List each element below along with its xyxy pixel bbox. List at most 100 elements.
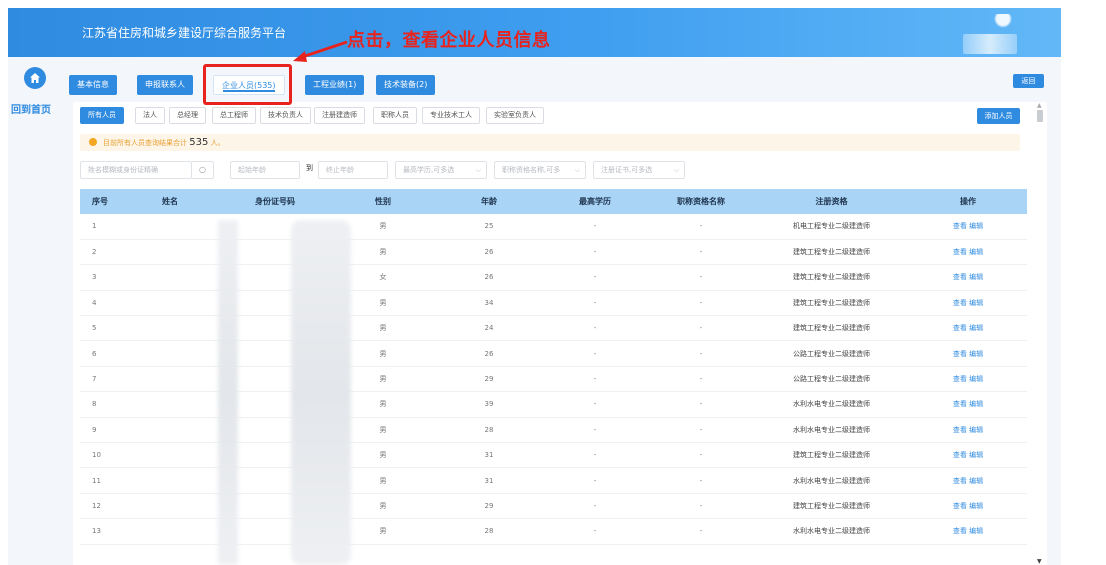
qualification-cell: 建筑工程专业二级建造师 (754, 239, 909, 266)
age-cell: 28 (436, 417, 542, 444)
certificate-select[interactable]: 注册证书,可多选 ⌵ (593, 161, 685, 179)
notice-suffix: 人。 (210, 139, 225, 147)
edit-link[interactable]: 编辑 (969, 248, 983, 256)
filter-legal-person[interactable]: 法人 (135, 107, 165, 124)
title-cell: - (648, 518, 754, 545)
add-staff-button[interactable]: 添加人员 (977, 108, 1020, 124)
actions-cell: 查看 编辑 (909, 290, 1027, 317)
view-link[interactable]: 查看 (953, 400, 967, 408)
column-header: 性别 (330, 189, 436, 214)
qualification-cell: 建筑工程专业二级建造师 (754, 493, 909, 520)
edit-link[interactable]: 编辑 (969, 527, 983, 535)
column-header: 注册资格 (754, 189, 909, 214)
edit-link[interactable]: 编辑 (969, 299, 983, 307)
qualification-cell: 水利水电专业二级建造师 (754, 518, 909, 545)
user-avatar[interactable] (983, 14, 1023, 30)
qualification-cell: 建筑工程专业二级建造师 (754, 315, 909, 342)
education-cell: - (542, 264, 648, 291)
view-link[interactable]: 查看 (953, 350, 967, 358)
education-cell: - (542, 340, 648, 367)
age-cell: 28 (436, 518, 542, 545)
filter-general-manager[interactable]: 总经理 (169, 107, 206, 124)
title-cell: - (648, 340, 754, 367)
edit-link[interactable]: 编辑 (969, 324, 983, 332)
title-select[interactable]: 职称资格名称,可多 ⌵ (494, 161, 586, 179)
education-cell: - (542, 214, 648, 240)
home-icon[interactable] (24, 67, 46, 89)
edit-link[interactable]: 编辑 (969, 502, 983, 510)
view-link[interactable]: 查看 (953, 273, 967, 281)
filter-titled-staff[interactable]: 职称人员 (373, 107, 417, 124)
edit-link[interactable]: 编辑 (969, 350, 983, 358)
column-header: 最高学历 (542, 189, 648, 214)
edit-link[interactable]: 编辑 (969, 400, 983, 408)
column-header: 操作 (909, 189, 1027, 214)
qualification-cell: 公路工程专业二级建造师 (754, 366, 909, 393)
scroll-thumb[interactable] (1037, 110, 1043, 122)
age-cell: 29 (436, 493, 542, 520)
actions-cell: 查看 编辑 (909, 493, 1027, 520)
row-index: 6 (80, 340, 120, 367)
edit-link[interactable]: 编辑 (969, 426, 983, 434)
view-link[interactable]: 查看 (953, 527, 967, 535)
view-link[interactable]: 查看 (953, 299, 967, 307)
name-cell (120, 239, 220, 266)
age-to-input[interactable]: 终止年龄 (318, 161, 388, 179)
notice-text: 目前所有人员查询结果合计 535 人。 (103, 137, 225, 148)
qualification-cell: 公路工程专业二级建造师 (754, 340, 909, 367)
education-cell: - (542, 467, 648, 494)
vertical-scrollbar[interactable]: ▲ ▼ (1036, 102, 1044, 565)
filter-registered-constructor[interactable]: 注册建造师 (314, 107, 365, 124)
education-cell: - (542, 366, 648, 393)
actions-cell: 查看 编辑 (909, 340, 1027, 367)
user-name-redacted[interactable] (963, 34, 1017, 54)
view-link[interactable]: 查看 (953, 426, 967, 434)
row-index: 13 (80, 518, 120, 545)
scroll-down-arrow-icon[interactable]: ▼ (1037, 558, 1042, 565)
scroll-up-arrow-icon[interactable]: ▲ (1037, 102, 1042, 109)
education-cell: - (542, 290, 648, 317)
name-cell (120, 366, 220, 393)
filter-lab-head[interactable]: 实验室负责人 (486, 107, 544, 124)
home-link[interactable]: 回到首页 (11, 101, 51, 116)
view-link[interactable]: 查看 (953, 248, 967, 256)
row-index: 11 (80, 467, 120, 494)
age-cell: 26 (436, 340, 542, 367)
tab-projects[interactable]: 工程业绩(1) (305, 75, 365, 95)
tab-basic-info[interactable]: 基本信息 (69, 75, 117, 95)
filter-tech-lead[interactable]: 技术负责人 (260, 107, 311, 124)
view-link[interactable]: 查看 (953, 502, 967, 510)
age-cell: 24 (436, 315, 542, 342)
tab-contact[interactable]: 申报联系人 (137, 75, 193, 95)
edit-link[interactable]: 编辑 (969, 451, 983, 459)
page-root: 江苏省住房和城乡建设厅综合服务平台 回到首页 基本信息 申报联系人 企业人员(5… (0, 0, 1106, 565)
column-header: 职称资格名称 (648, 189, 754, 214)
filter-all[interactable]: 所有人员 (80, 107, 124, 124)
view-link[interactable]: 查看 (953, 222, 967, 230)
title-cell: - (648, 417, 754, 444)
edit-link[interactable]: 编辑 (969, 222, 983, 230)
edit-link[interactable]: 编辑 (969, 375, 983, 383)
search-icon[interactable]: ○ (192, 161, 214, 179)
age-from-input[interactable]: 起始年龄 (230, 161, 300, 179)
education-select[interactable]: 最高学历,可多选 ⌵ (395, 161, 487, 179)
main-content: 基本信息 申报联系人 企业人员(535) 工程业绩(1) 技术装备(2) 返回 … (60, 57, 1061, 565)
edit-link[interactable]: 编辑 (969, 273, 983, 281)
view-link[interactable]: 查看 (953, 477, 967, 485)
redacted-id-numbers (291, 220, 351, 565)
name-cell (120, 467, 220, 494)
filter-skilled-worker[interactable]: 专业技术工人 (422, 107, 480, 124)
name-cell (120, 417, 220, 444)
view-link[interactable]: 查看 (953, 324, 967, 332)
view-link[interactable]: 查看 (953, 451, 967, 459)
back-button[interactable]: 返回 (1013, 74, 1044, 88)
filter-chief-engineer[interactable]: 总工程师 (212, 107, 256, 124)
tab-equipment[interactable]: 技术装备(2) (376, 75, 436, 95)
education-cell: - (542, 417, 648, 444)
name-id-search-input[interactable]: 姓名模糊或身份证精确 (80, 161, 192, 179)
qualification-cell: 水利水电专业二级建造师 (754, 467, 909, 494)
view-link[interactable]: 查看 (953, 375, 967, 383)
actions-cell: 查看 编辑 (909, 315, 1027, 342)
name-cell (120, 493, 220, 520)
edit-link[interactable]: 编辑 (969, 477, 983, 485)
